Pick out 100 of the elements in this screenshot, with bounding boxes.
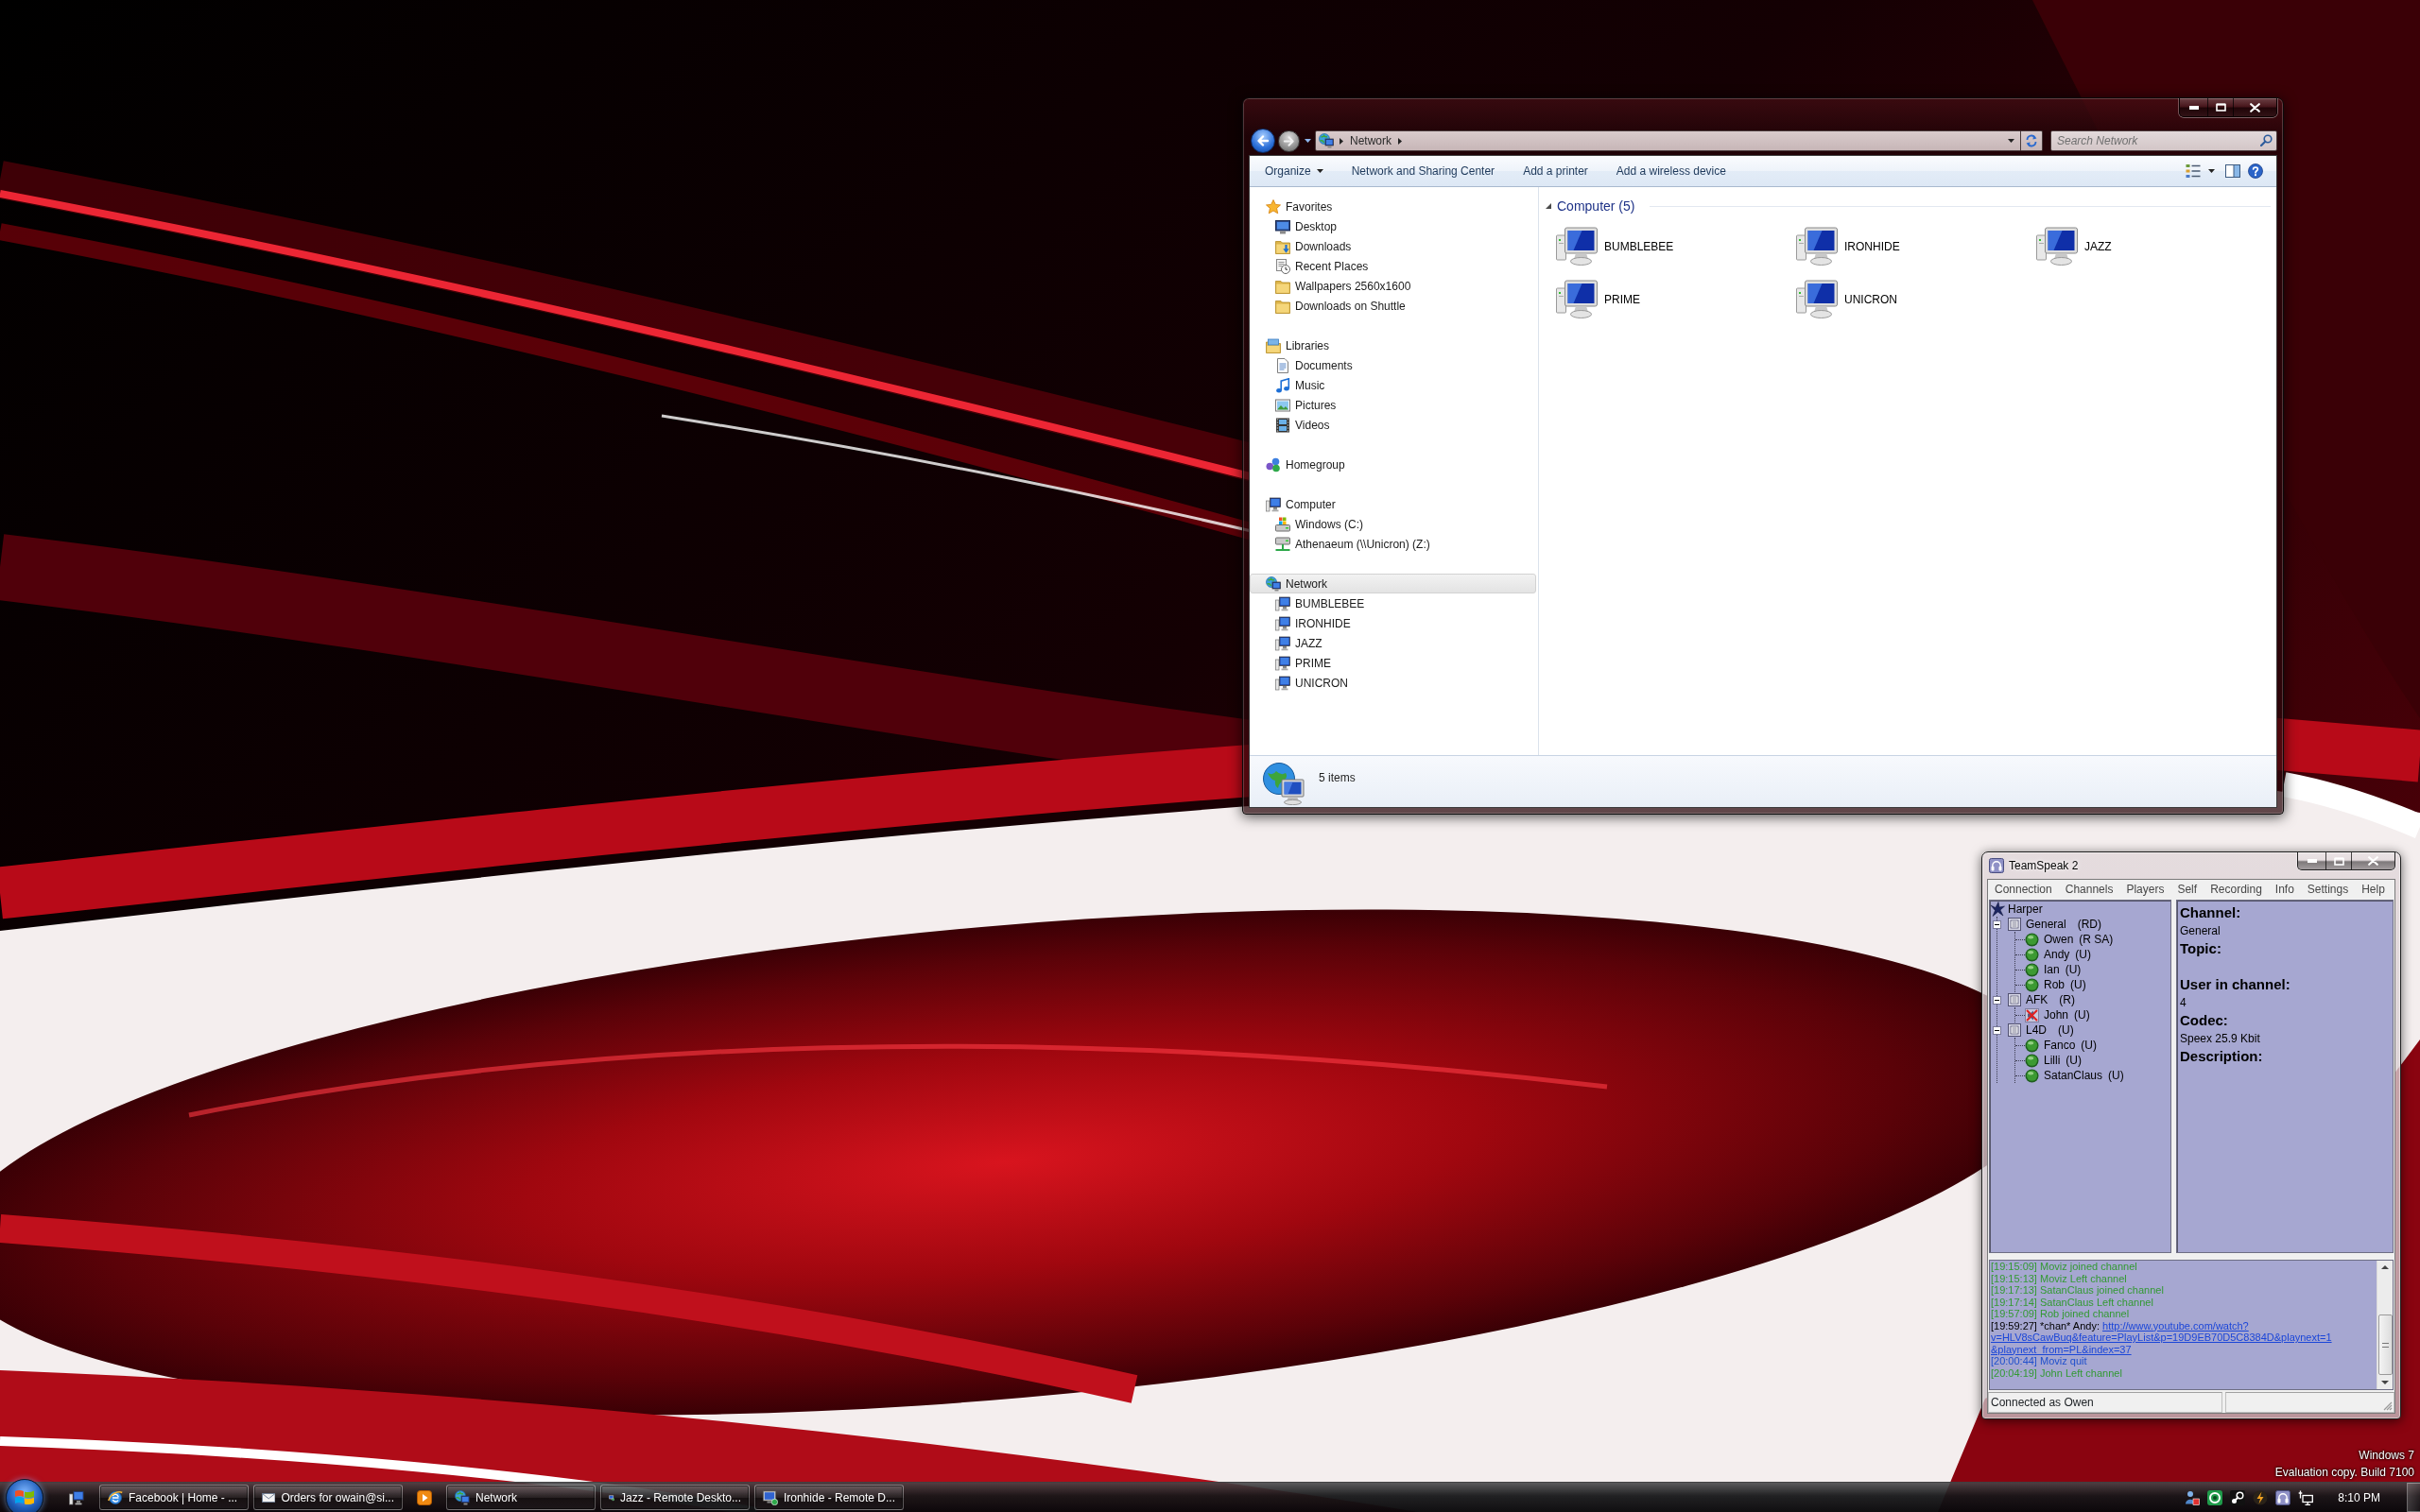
host-item[interactable]: UNICRON <box>1796 280 1899 318</box>
lightning-icon[interactable] <box>2253 1489 2269 1505</box>
info-label: User in channel: <box>2180 975 2290 994</box>
nav-item[interactable]: JAZZ <box>1275 633 1325 653</box>
toolbar-button[interactable]: Network and Sharing Center <box>1341 160 1505 182</box>
caret-icon[interactable] <box>1305 139 1311 143</box>
menu-item[interactable]: Players <box>2119 880 2171 899</box>
scroll-thumb[interactable] <box>2377 1314 2393 1375</box>
collapse-icon[interactable] <box>1993 995 2001 1005</box>
toolbar-button[interactable]: Add a printer <box>1513 160 1598 182</box>
player-name[interactable]: SatanClaus <box>2044 1067 2103 1084</box>
collapse-triangle-icon[interactable] <box>1546 203 1551 209</box>
network-icon <box>455 1489 470 1505</box>
info-label: Description: <box>2180 1047 2263 1066</box>
player-name[interactable]: Lilli <box>2044 1052 2061 1069</box>
forward-button[interactable] <box>1278 129 1300 152</box>
scrollbar[interactable] <box>2377 1261 2393 1389</box>
nav-item[interactable]: Downloads on Shuttle <box>1275 296 1409 316</box>
host-item[interactable]: JAZZ <box>2036 227 2114 266</box>
taskbar-button[interactable]: Network <box>446 1485 596 1510</box>
channel-name[interactable]: General <box>2026 916 2066 933</box>
nav-item[interactable]: Recent Places <box>1275 256 1372 276</box>
headset-icon[interactable] <box>2275 1489 2291 1505</box>
group-header[interactable]: Computer (5) <box>1557 196 1635 216</box>
maximize-button[interactable] <box>2326 852 2352 869</box>
toolbar-button[interactable]: Organize <box>1255 160 1333 182</box>
player-name[interactable]: Ian <box>2044 961 2060 978</box>
player-flags: (R SA) <box>2079 932 2114 948</box>
host-item[interactable]: IRONHIDE <box>1796 227 1902 266</box>
ring-icon[interactable] <box>2207 1489 2223 1505</box>
menu-item[interactable]: Settings <box>2300 880 2356 899</box>
computer-icon <box>1275 615 1290 631</box>
host-item[interactable]: BUMBLEBEE <box>1556 227 1676 266</box>
minimize-button[interactable] <box>2298 852 2326 869</box>
resize-grip-icon[interactable] <box>2382 1400 2393 1411</box>
person-icon[interactable] <box>2185 1489 2201 1505</box>
nav-item[interactable]: Homegroup <box>1266 455 1348 474</box>
player-name[interactable]: Fanco <box>2044 1037 2076 1054</box>
show-desktop-button[interactable] <box>2407 1483 2420 1512</box>
clock[interactable]: 8:10 PM <box>2336 1488 2382 1506</box>
piston-icon[interactable] <box>2230 1489 2246 1505</box>
nav-item[interactable]: Pictures <box>1275 395 1340 415</box>
menu-item[interactable]: Recording <box>2204 880 2269 899</box>
menu-item[interactable]: Info <box>2268 880 2301 899</box>
nav-item[interactable]: Downloads <box>1275 236 1355 256</box>
player-name[interactable]: Owen <box>2044 931 2074 948</box>
taskbar-button[interactable]: Facebook | Home - ... <box>99 1485 249 1510</box>
taskbar-button[interactable]: Orders for owain@si... <box>253 1485 403 1510</box>
nav-item[interactable]: IRONHIDE <box>1275 613 1354 633</box>
player-name[interactable]: Andy <box>2044 946 2070 963</box>
menu-item[interactable]: Self <box>2170 880 2204 899</box>
nav-item[interactable]: Documents <box>1275 355 1356 375</box>
menu-item[interactable]: Help <box>2355 880 2392 899</box>
nav-item[interactable]: Favorites <box>1266 197 1336 216</box>
toolbar-button[interactable]: Add a wireless device <box>1606 160 1736 182</box>
nav-item[interactable]: Network <box>1250 574 1536 593</box>
wired-network-icon[interactable] <box>2298 1489 2314 1505</box>
nav-item[interactable]: Libraries <box>1266 335 1333 355</box>
nav-item[interactable]: UNICRON <box>1275 673 1351 693</box>
nav-item[interactable]: Computer <box>1266 494 1339 514</box>
nav-item[interactable]: Videos <box>1275 415 1333 435</box>
player-flags: (U) <box>2066 1053 2082 1069</box>
host-item[interactable]: PRIME <box>1556 280 1642 318</box>
search-icon[interactable] <box>2260 134 2273 146</box>
scroll-down-icon[interactable] <box>2381 1381 2389 1384</box>
menu-item[interactable]: Channels <box>2058 880 2120 899</box>
computer-icon <box>1556 280 1599 318</box>
close-button[interactable] <box>2234 98 2276 116</box>
minimize-button[interactable] <box>2180 98 2208 116</box>
player-name[interactable]: John <box>2044 1006 2069 1023</box>
monitor-icon <box>763 1489 778 1505</box>
nav-item[interactable]: Music <box>1275 375 1328 395</box>
help-icon[interactable] <box>2248 163 2263 179</box>
collapse-icon[interactable] <box>1993 919 2001 929</box>
pane-icon[interactable] <box>2225 164 2240 178</box>
back-button[interactable] <box>1251 129 1275 153</box>
caret-icon[interactable] <box>2008 139 2014 143</box>
computer-icon <box>1556 227 1599 266</box>
search-field[interactable]: Search Network <box>2050 130 2277 151</box>
channel-name[interactable]: L4D <box>2026 1022 2047 1039</box>
player-name[interactable]: Rob <box>2044 976 2065 993</box>
start-button[interactable] <box>6 1478 43 1512</box>
breadcrumb-button[interactable]: Network <box>1349 132 1392 149</box>
nav-item[interactable]: Windows (C:) <box>1275 514 1366 534</box>
menu-item[interactable]: Connection <box>1988 880 2059 899</box>
taskbar-button[interactable]: Ironhide - Remote D... <box>754 1485 904 1510</box>
nav-item[interactable]: Wallpapers 2560x1600 <box>1275 276 1414 296</box>
nav-item[interactable]: PRIME <box>1275 653 1334 673</box>
refresh-button[interactable] <box>2021 130 2043 151</box>
taskbar-button[interactable]: Jazz - Remote Deskto... <box>600 1485 750 1510</box>
server-name[interactable]: Harper <box>2008 901 2043 918</box>
channel-name[interactable]: AFK <box>2026 991 2048 1008</box>
address-bar[interactable]: Network <box>1315 130 2021 151</box>
nav-item[interactable]: Desktop <box>1275 216 1340 236</box>
scroll-up-icon[interactable] <box>2381 1265 2389 1269</box>
nav-item[interactable]: BUMBLEBEE <box>1275 593 1368 613</box>
nav-item[interactable]: Athenaeum (\\Unicron) (Z:) <box>1275 534 1433 554</box>
collapse-icon[interactable] <box>1993 1025 2001 1035</box>
player-flags: (U) <box>2081 1038 2098 1054</box>
maximize-button[interactable] <box>2208 98 2234 116</box>
